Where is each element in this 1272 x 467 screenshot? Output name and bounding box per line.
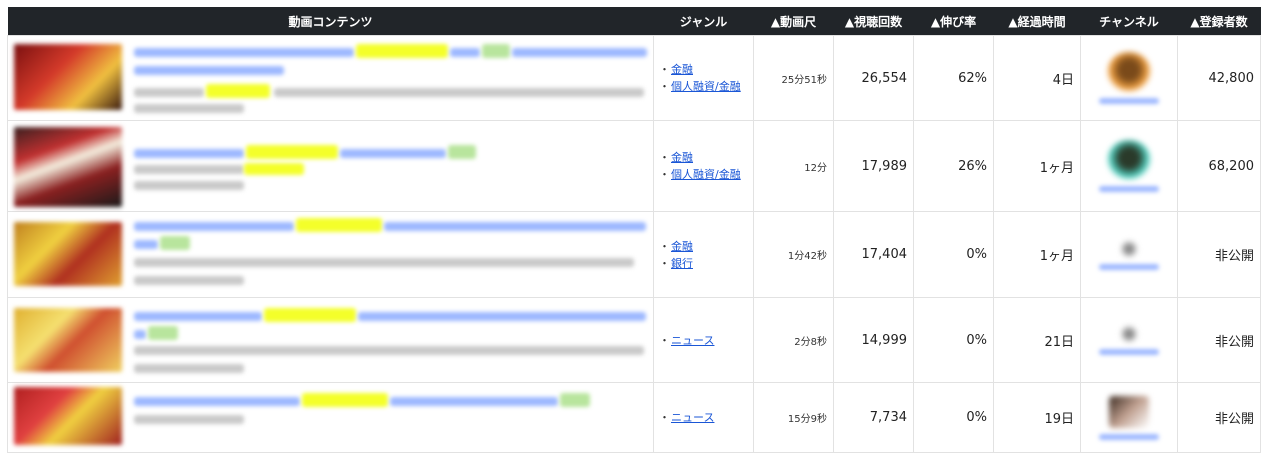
video-thumbnail[interactable] (14, 387, 122, 445)
video-content[interactable] (7, 297, 654, 383)
video-title-link[interactable] (134, 222, 294, 231)
channel-avatar[interactable] (1109, 395, 1149, 428)
table-row: ・金融 ・個人融資/金融 25分51秒 26,554 62% 4日 42,800 (7, 35, 1261, 121)
elapsed-value: 1ヶ月 (993, 211, 1081, 298)
channel-avatar[interactable] (1107, 52, 1151, 92)
channel-name-link[interactable] (1099, 186, 1159, 192)
genre-link[interactable]: 金融 (671, 151, 693, 164)
subscribers-value: 非公開 (1177, 297, 1261, 383)
sort-elapsed[interactable]: ▲経過時間 (993, 7, 1081, 36)
table-header-row: 動画コンテンツ ジャンル ▲動画尺 ▲視聴回数 ▲伸び率 ▲経過時間 チャンネル… (7, 7, 1261, 36)
channel-cell[interactable] (1080, 120, 1178, 212)
table-row: ・金融 ・銀行 1分42秒 17,404 0% 1ヶ月 非公開 (7, 211, 1261, 298)
subscribers-value: 42,800 (1177, 35, 1261, 121)
channel-avatar[interactable] (1120, 239, 1138, 258)
genre-list: ・ニュース (653, 297, 754, 383)
sort-duration[interactable]: ▲動画尺 (753, 7, 834, 36)
views-value: 17,989 (833, 120, 914, 212)
elapsed-value: 1ヶ月 (993, 120, 1081, 212)
channel-avatar[interactable] (1107, 140, 1151, 180)
video-content[interactable] (7, 382, 654, 453)
duration-value: 25分51秒 (753, 35, 834, 121)
video-thumbnail[interactable] (14, 308, 122, 372)
views-value: 14,999 (833, 297, 914, 383)
video-description (134, 346, 644, 355)
channel-name-link[interactable] (1099, 98, 1159, 104)
channel-avatar[interactable] (1120, 325, 1138, 343)
growth-value: 26% (913, 120, 994, 212)
genre-link[interactable]: 金融 (671, 240, 693, 253)
elapsed-value: 4日 (993, 35, 1081, 121)
video-description (134, 415, 244, 424)
genre-list: ・ニュース (653, 382, 754, 453)
genre-link[interactable]: 個人融資/金融 (671, 168, 741, 181)
video-title-link[interactable] (134, 397, 300, 406)
video-thumbnail[interactable] (14, 127, 122, 207)
table-row: ・ニュース 2分8秒 14,999 0% 21日 非公開 (7, 297, 1261, 383)
genre-list: ・金融 ・個人融資/金融 (653, 35, 754, 121)
channel-name-link[interactable] (1099, 349, 1159, 355)
video-content[interactable] (7, 35, 654, 121)
growth-value: 62% (913, 35, 994, 121)
video-description (134, 88, 204, 97)
video-content[interactable] (7, 211, 654, 298)
growth-value: 0% (913, 297, 994, 383)
subscribers-value: 非公開 (1177, 211, 1261, 298)
header-content: 動画コンテンツ (7, 7, 654, 36)
channel-cell[interactable] (1080, 35, 1178, 121)
subscribers-value: 68,200 (1177, 120, 1261, 212)
genre-list: ・金融 ・個人融資/金融 (653, 120, 754, 212)
header-genre: ジャンル (653, 7, 754, 36)
video-ranking-table: 動画コンテンツ ジャンル ▲動画尺 ▲視聴回数 ▲伸び率 ▲経過時間 チャンネル… (7, 7, 1261, 453)
video-content[interactable] (7, 120, 654, 212)
genre-link[interactable]: 銀行 (671, 257, 693, 270)
channel-cell[interactable] (1080, 297, 1178, 383)
video-description (134, 165, 244, 174)
genre-list: ・金融 ・銀行 (653, 211, 754, 298)
sort-subscribers[interactable]: ▲登録者数 (1177, 7, 1261, 36)
views-value: 17,404 (833, 211, 914, 298)
duration-value: 1分42秒 (753, 211, 834, 298)
video-title-link[interactable] (134, 149, 244, 158)
channel-cell[interactable] (1080, 211, 1178, 298)
video-thumbnail[interactable] (14, 44, 122, 110)
views-value: 7,734 (833, 382, 914, 453)
table-row: ・金融 ・個人融資/金融 12分 17,989 26% 1ヶ月 68,200 (7, 120, 1261, 212)
growth-value: 0% (913, 211, 994, 298)
channel-cell[interactable] (1080, 382, 1178, 453)
growth-value: 0% (913, 382, 994, 453)
video-title-link[interactable] (134, 48, 354, 57)
video-thumbnail[interactable] (14, 222, 122, 286)
views-value: 26,554 (833, 35, 914, 121)
elapsed-value: 19日 (993, 382, 1081, 453)
genre-link[interactable]: ニュース (671, 334, 714, 347)
elapsed-value: 21日 (993, 297, 1081, 383)
genre-link[interactable]: 金融 (671, 63, 693, 76)
sort-views[interactable]: ▲視聴回数 (833, 7, 914, 36)
duration-value: 12分 (753, 120, 834, 212)
header-channel: チャンネル (1080, 7, 1178, 36)
video-title-link[interactable] (134, 312, 262, 321)
subscribers-value: 非公開 (1177, 382, 1261, 453)
duration-value: 2分8秒 (753, 297, 834, 383)
channel-name-link[interactable] (1099, 263, 1159, 270)
genre-link[interactable]: 個人融資/金融 (671, 80, 741, 93)
sort-growth[interactable]: ▲伸び率 (913, 7, 994, 36)
duration-value: 15分9秒 (753, 382, 834, 453)
video-description (134, 258, 634, 267)
table-row: ・ニュース 15分9秒 7,734 0% 19日 非公開 (7, 382, 1261, 453)
genre-link[interactable]: ニュース (671, 411, 714, 424)
channel-name-link[interactable] (1099, 433, 1159, 440)
